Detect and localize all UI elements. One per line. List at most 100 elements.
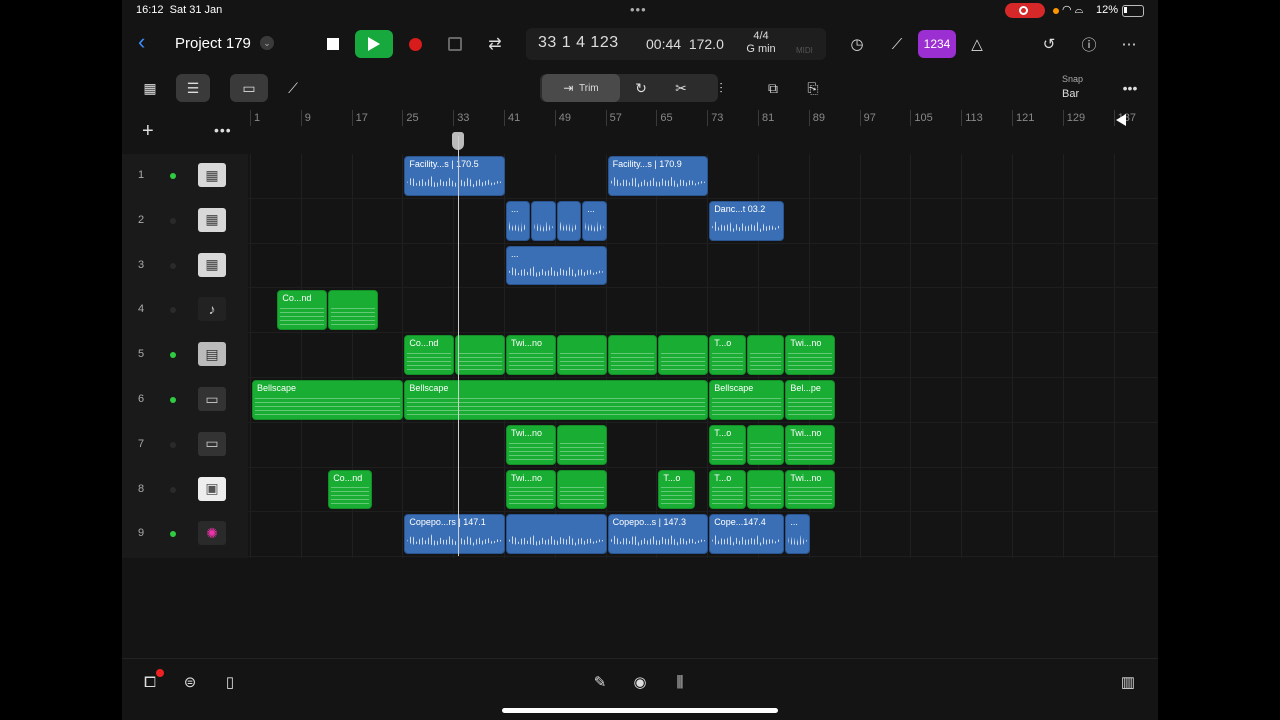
midi-region[interactable]: Co...nd [328, 469, 372, 510]
home-indicator[interactable] [502, 708, 778, 713]
drum-machine-icon[interactable]: ▦ [198, 163, 226, 187]
project-title[interactable]: Project 179 [175, 35, 251, 52]
track-header[interactable]: 3 ▦ [122, 244, 248, 288]
inspector-button[interactable]: ⊜ [178, 671, 202, 693]
audio-region[interactable]: Copepo...s | 147.3 [607, 514, 709, 555]
midi-region[interactable]: T...o [709, 424, 747, 465]
midi-region[interactable] [747, 469, 785, 510]
midi-region[interactable]: T...o [658, 469, 696, 510]
midi-region[interactable] [556, 335, 607, 375]
midi-region[interactable]: Twi...no [506, 469, 556, 510]
keyboard-button[interactable]: ▥ [1116, 671, 1140, 693]
midi-region[interactable]: Bellscape [404, 380, 709, 420]
synth-keyboard-icon[interactable]: ▭ [198, 387, 226, 411]
midi-region[interactable]: Bel...pe [785, 380, 836, 420]
count-in-button[interactable]: 1234 [918, 30, 956, 58]
more-options-button[interactable]: ⋯ [1114, 30, 1144, 58]
smart-controls-button[interactable]: ◉ [628, 671, 652, 693]
track-header[interactable]: 5 ▤ [122, 333, 248, 377]
audio-region[interactable]: Facility...s | 170.9 [607, 156, 709, 196]
live-loops-view-button[interactable]: ▦ [136, 74, 164, 102]
synth-keyboard-icon[interactable]: ▭ [198, 431, 226, 456]
stop-button[interactable] [314, 30, 352, 58]
drum-machine-icon[interactable]: ▦ [198, 207, 226, 232]
track-header[interactable]: 1 ▦ [122, 154, 248, 198]
project-menu-chevron-icon[interactable]: ⌄ [260, 36, 274, 50]
tempo-gauge-button[interactable]: ◷ [842, 30, 872, 58]
midi-region[interactable]: T...o [709, 469, 747, 510]
track-header[interactable]: 6 ▭ [122, 378, 248, 422]
midi-region[interactable] [455, 335, 505, 375]
multitasking-dots-icon[interactable]: ••• [630, 2, 647, 17]
lcd-display[interactable]: 33 1 4 123 00:44 172.0 4/4 G min MIDI [526, 28, 826, 60]
record-button[interactable] [396, 30, 434, 58]
audio-region[interactable]: Cope...147.4 [709, 514, 785, 555]
toolbar-more-button[interactable]: ••• [1116, 74, 1144, 102]
audio-region[interactable] [531, 200, 556, 241]
midi-region[interactable] [328, 290, 378, 331]
cycle-end-marker[interactable] [1116, 114, 1126, 126]
track-header[interactable]: 4 ♪ [122, 288, 248, 332]
midi-region[interactable]: Twi...no [506, 424, 556, 465]
audio-region[interactable] [556, 200, 582, 241]
automation-button[interactable]: ⟋ [278, 74, 308, 102]
midi-region[interactable]: Bellscape [709, 380, 785, 420]
sampler-icon[interactable]: ▣ [198, 476, 226, 501]
cycle-button[interactable]: ⇄ [476, 30, 514, 58]
audio-region[interactable]: ... [506, 245, 607, 286]
audio-region[interactable]: ... [582, 200, 607, 241]
track-header[interactable]: 9 ✺ [122, 512, 248, 556]
midi-region[interactable]: Bellscape [252, 380, 404, 420]
screen-recording-indicator[interactable] [1005, 3, 1045, 18]
midi-region[interactable]: Twi...no [785, 335, 836, 375]
region-view-button[interactable]: ▭ [230, 74, 268, 102]
midi-region[interactable] [556, 424, 607, 465]
midi-region[interactable] [607, 335, 658, 375]
electric-piano-icon[interactable]: ▤ [198, 342, 226, 367]
audio-region[interactable]: Facility...s | 170.5 [404, 156, 505, 196]
drum-machine-icon[interactable]: ▦ [198, 252, 226, 277]
split-tool-button[interactable]: ⫶ [706, 74, 736, 102]
midi-region[interactable]: Twi...no [506, 335, 556, 375]
copy-region-button[interactable]: ⧉ [758, 74, 788, 102]
add-track-button[interactable]: + [142, 120, 154, 143]
bar-ruler[interactable]: 1 9 17 25 33 41 49 57 65 73 81 89 97 105 113 121 129 137 [248, 110, 1158, 154]
play-button[interactable] [355, 30, 393, 58]
track-header[interactable]: 7 ▭ [122, 423, 248, 467]
midi-region[interactable] [556, 469, 607, 510]
audio-region[interactable]: ... [785, 514, 810, 555]
track-lanes[interactable]: Facility...s | 170.5 Facility...s | 170.9… [248, 154, 1158, 558]
midi-region[interactable]: Co...nd [404, 335, 455, 375]
help-button[interactable]: ⓘ [1074, 30, 1104, 58]
midi-region[interactable] [747, 424, 785, 465]
mixer-button[interactable]: ⫼ [668, 671, 692, 693]
fx-sparkle-icon[interactable]: ✺ [198, 521, 226, 546]
tuner-button[interactable]: ⟋ [882, 30, 912, 58]
plugins-button[interactable]: ▯ [218, 671, 242, 693]
track-header[interactable]: 8 ▣ [122, 468, 248, 512]
midi-region[interactable] [747, 335, 785, 375]
audio-region[interactable] [506, 514, 607, 555]
metronome-button[interactable]: △ [962, 30, 992, 58]
paste-region-button[interactable]: ⎘ [798, 74, 828, 102]
loop-tool-button[interactable]: ↻ [626, 74, 656, 102]
pencil-button[interactable]: ✎ [588, 671, 612, 693]
audio-region[interactable]: Copepo...rs | 147.1 [404, 514, 505, 555]
track-header[interactable]: 2 ▦ [122, 199, 248, 243]
trim-tool-button[interactable]: ⇥ Trim [542, 74, 620, 102]
midi-region[interactable]: Twi...no [785, 424, 836, 465]
capture-recording-button[interactable] [436, 30, 474, 58]
tracks-view-button[interactable]: ☰ [176, 74, 210, 102]
undo-button[interactable]: ↺ [1034, 30, 1064, 58]
midi-region[interactable]: Twi...no [785, 469, 836, 510]
midi-region[interactable]: T...o [709, 335, 747, 375]
midi-region[interactable] [658, 335, 709, 375]
grand-piano-icon[interactable]: ♪ [198, 297, 226, 322]
scissors-tool-button[interactable]: ✂ [666, 74, 696, 102]
snap-value-dropdown[interactable]: Bar [1062, 88, 1079, 100]
midi-region[interactable]: Co...nd [277, 290, 328, 331]
track-options-button[interactable]: ••• [214, 122, 232, 138]
audio-region[interactable]: ... [506, 200, 531, 241]
back-chevron-icon[interactable]: ‹ [138, 31, 145, 53]
audio-region[interactable]: Danc...t 03.2 [709, 200, 785, 241]
